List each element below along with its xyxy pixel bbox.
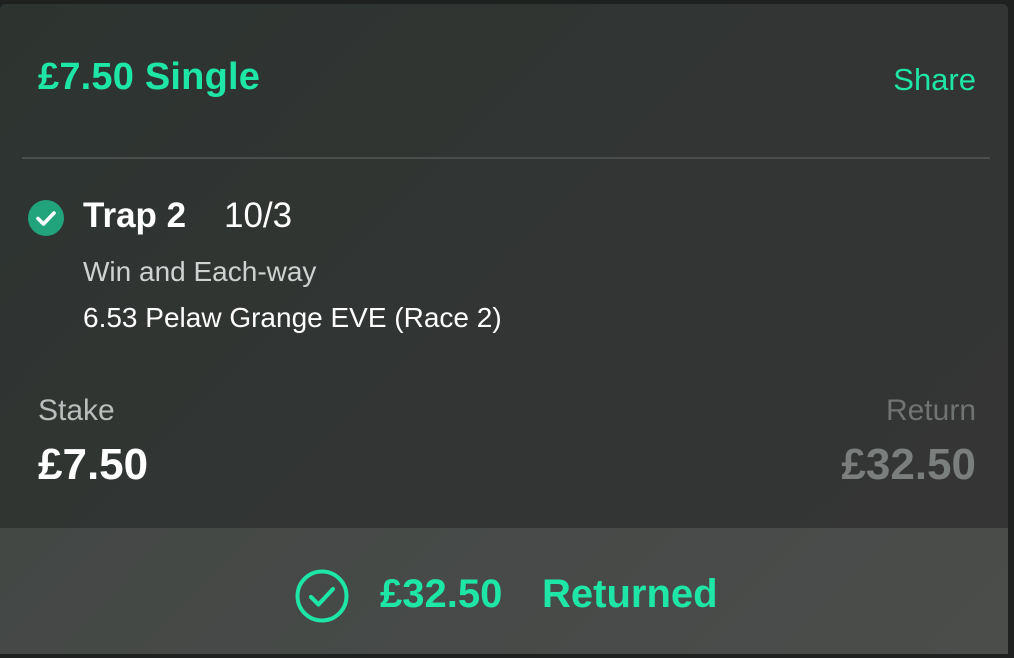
return-value: £32.50 [841, 440, 976, 489]
selection-market: Win and Each-way [83, 256, 317, 287]
return-label: Return [885, 394, 976, 427]
header-divider [22, 157, 990, 159]
selection-event: 6.53 Pelaw Grange EVE (Race 2) [83, 302, 502, 333]
bet-header: £7.50 Single Share [38, 56, 976, 108]
check-circle-outline-icon [294, 568, 350, 624]
share-link[interactable]: Share [893, 62, 976, 98]
selection-name: Trap 2 [83, 196, 187, 235]
stake-label: Stake [38, 394, 115, 427]
bet-card: £7.50 Single Share Trap 2 10/3 Win and E… [0, 4, 1008, 654]
check-circle-icon [28, 200, 64, 236]
returned-amount: £32.50 [380, 572, 503, 616]
stake-value: £7.50 [38, 440, 149, 489]
returned-status: Returned [542, 572, 718, 616]
result-footer: £32.50 Returned [0, 528, 1008, 654]
selection-odds: 10/3 [224, 196, 293, 235]
bet-title: £7.50 Single [38, 56, 261, 98]
